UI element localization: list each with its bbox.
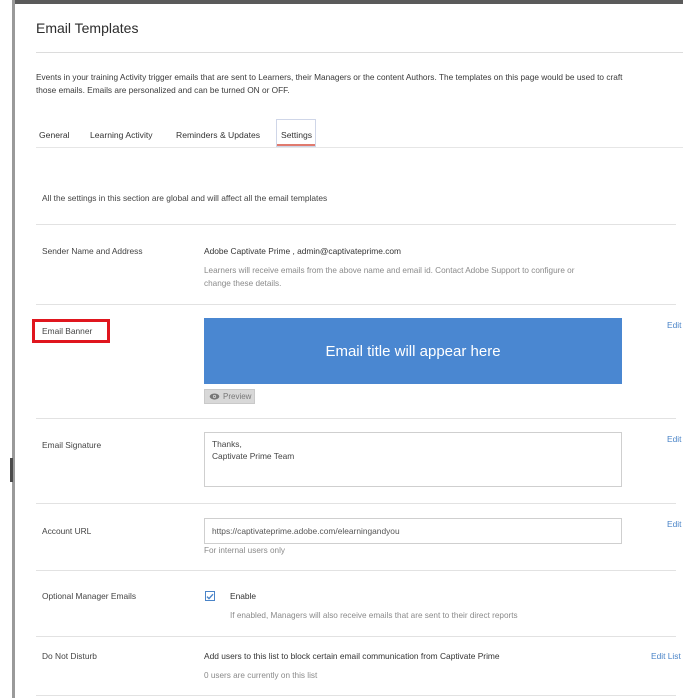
banner-title: Email title will appear here bbox=[325, 342, 501, 360]
account-url-hint: For internal users only bbox=[204, 546, 285, 555]
highlight-annotation-box bbox=[32, 319, 110, 343]
row-divider bbox=[36, 570, 676, 571]
email-signature-field[interactable]: Thanks, Captivate Prime Team bbox=[204, 432, 622, 487]
eye-icon bbox=[209, 393, 220, 400]
title-divider bbox=[36, 52, 683, 53]
window-resize-notch bbox=[10, 458, 13, 482]
tab-reminders-updates[interactable]: Reminders & Updates bbox=[176, 130, 260, 140]
account-url-label: Account URL bbox=[42, 526, 92, 536]
edit-list-link[interactable]: Edit List bbox=[651, 651, 681, 661]
window-top-border bbox=[12, 0, 683, 4]
intro-line-2: those emails. Emails are personalized an… bbox=[36, 85, 290, 95]
settings-description: All the settings in this section are glo… bbox=[42, 193, 328, 203]
edit-banner-link[interactable]: Edit bbox=[667, 320, 681, 330]
enable-manager-emails-checkbox[interactable] bbox=[205, 591, 215, 601]
email-banner-preview: Email title will appear here bbox=[204, 318, 622, 384]
intro-line-1: Events in your training Activity trigger… bbox=[36, 72, 623, 82]
edit-signature-link[interactable]: Edit bbox=[667, 434, 681, 444]
manager-emails-label: Optional Manager Emails bbox=[42, 591, 137, 601]
sender-hint: Learners will receive emails from the ab… bbox=[204, 264, 574, 290]
email-signature-label: Email Signature bbox=[42, 440, 102, 450]
do-not-disturb-label: Do Not Disturb bbox=[42, 651, 97, 661]
checkmark-icon bbox=[206, 593, 214, 600]
row-divider bbox=[36, 304, 676, 305]
do-not-disturb-value: Add users to this list to block certain … bbox=[204, 651, 500, 661]
tabs-divider bbox=[36, 147, 683, 148]
sender-label: Sender Name and Address bbox=[42, 246, 143, 256]
row-divider bbox=[36, 503, 676, 504]
intro-text: Events in your training Activity trigger… bbox=[36, 71, 683, 97]
tab-general[interactable]: General bbox=[39, 130, 70, 140]
do-not-disturb-hint: 0 users are currently on this list bbox=[204, 671, 318, 680]
sender-value: Adobe Captivate Prime , admin@captivatep… bbox=[204, 246, 402, 256]
enable-label: Enable bbox=[230, 591, 257, 601]
signature-line-1: Thanks, bbox=[212, 439, 242, 449]
account-url-value: https://captivateprime.adobe.com/elearni… bbox=[212, 526, 400, 536]
sender-hint-line-1: Learners will receive emails from the ab… bbox=[204, 266, 575, 275]
signature-line-2: Captivate Prime Team bbox=[212, 451, 295, 461]
row-divider bbox=[36, 224, 676, 225]
edit-account-url-link[interactable]: Edit bbox=[667, 519, 681, 529]
manager-emails-hint: If enabled, Managers will also receive e… bbox=[230, 611, 518, 620]
window-left-border bbox=[12, 0, 15, 698]
tab-learning-activity[interactable]: Learning Activity bbox=[90, 130, 153, 140]
active-tab-indicator bbox=[277, 144, 315, 146]
preview-label: Preview bbox=[223, 392, 252, 401]
tab-settings[interactable]: Settings bbox=[281, 130, 312, 140]
account-url-field[interactable]: https://captivateprime.adobe.com/elearni… bbox=[204, 518, 622, 544]
row-divider bbox=[36, 418, 676, 419]
sender-hint-line-2: change these details. bbox=[204, 279, 282, 288]
preview-button[interactable]: Preview bbox=[204, 389, 255, 404]
page-title: Email Templates bbox=[36, 20, 139, 36]
row-divider bbox=[36, 695, 676, 696]
row-divider bbox=[36, 636, 676, 637]
